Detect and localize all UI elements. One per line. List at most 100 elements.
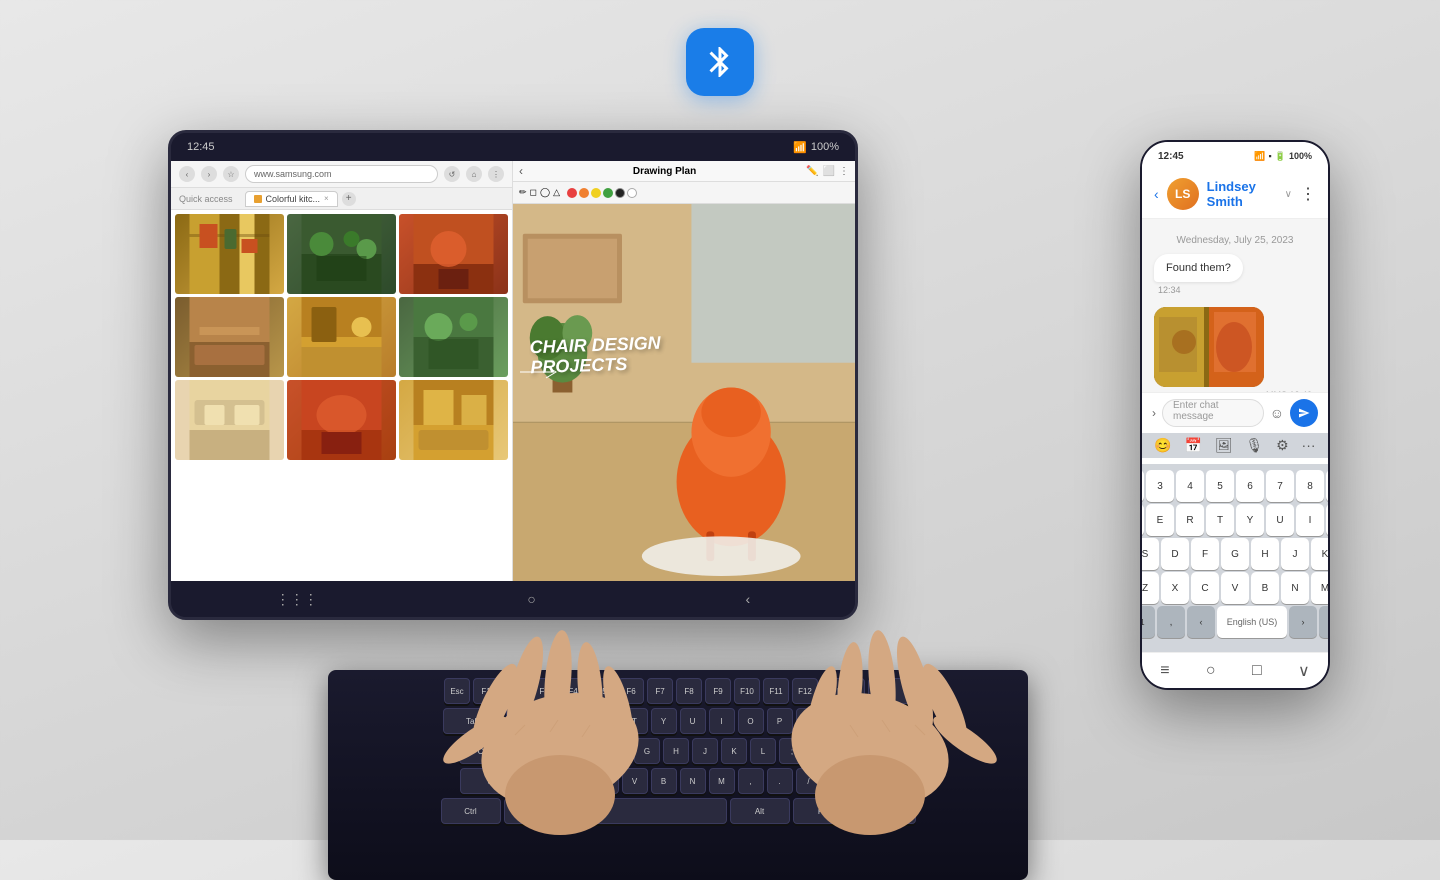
menu-button[interactable]: ⋮ (488, 166, 504, 182)
phone-key-9[interactable]: 9 (1326, 470, 1330, 502)
phone-key-j[interactable]: J (1281, 538, 1309, 570)
more-tools-icon[interactable]: ··· (1302, 437, 1316, 454)
contact-name[interactable]: Lindsey Smith (1207, 179, 1277, 209)
browser-tab-1[interactable]: Colorful kitc... × (245, 191, 338, 207)
color-green[interactable] (603, 188, 613, 198)
phone-key-z[interactable]: Z (1140, 572, 1159, 604)
settings-tool-icon[interactable]: ⚙ (1276, 437, 1289, 454)
drawing-back-btn[interactable]: ‹ (519, 164, 523, 178)
phone-key-c[interactable]: C (1191, 572, 1219, 604)
new-tab-button[interactable]: + (342, 192, 356, 206)
phone-more-button[interactable]: ⋮ (1300, 184, 1316, 204)
date-separator: Wednesday, July 25, 2023 (1154, 227, 1316, 254)
phone-key-5[interactable]: 5 (1206, 470, 1234, 502)
phone-key-lang-left[interactable]: ‹ (1187, 606, 1215, 638)
chat-area[interactable]: Wednesday, July 25, 2023 Found them? 12:… (1142, 219, 1328, 392)
color-white[interactable] (627, 188, 637, 198)
phone-key-i[interactable]: I (1296, 504, 1324, 536)
phone-key-k[interactable]: K (1311, 538, 1330, 570)
phone-key-lang-right[interactable]: › (1289, 606, 1317, 638)
grid-cell-3-decoration (399, 214, 508, 294)
tool-eraser[interactable]: ◻ (530, 187, 537, 198)
grid-cell-9 (399, 380, 508, 460)
phone-key-u[interactable]: U (1266, 504, 1294, 536)
phone-key-d[interactable]: D (1161, 538, 1189, 570)
color-black[interactable] (615, 188, 625, 198)
phone-key-s[interactable]: S (1140, 538, 1159, 570)
grid-cell-2-decoration (287, 214, 396, 294)
phone-key-enter[interactable]: ↵ (1319, 606, 1330, 638)
phone-number-row: 1 2 3 4 5 6 7 8 9 0 (1146, 470, 1324, 502)
phone-key-x[interactable]: X (1161, 572, 1189, 604)
phone-key-h[interactable]: H (1251, 538, 1279, 570)
phone-nav-home[interactable]: ○ (1206, 662, 1216, 680)
browser-content (171, 210, 512, 581)
grid-cell-7-decoration (175, 380, 284, 460)
phone-key-3[interactable]: 3 (1146, 470, 1174, 502)
phone-battery-icon: 🔋 (1275, 151, 1286, 162)
phone-back-button[interactable]: ‹ (1154, 186, 1159, 202)
phone-key-v[interactable]: V (1221, 572, 1249, 604)
grid-cell-1 (175, 214, 284, 294)
phone-key-n[interactable]: N (1281, 572, 1309, 604)
phone-key-comma[interactable]: , (1157, 606, 1185, 638)
grid-cell-3 (399, 214, 508, 294)
contact-dropdown-icon[interactable]: ∨ (1285, 189, 1292, 200)
drawing-toolbar: ‹ Drawing Plan ✏️ ⬜ ⋮ (513, 161, 855, 182)
phone-wifi-icon: ▪ (1269, 151, 1272, 161)
url-text: www.samsung.com (254, 169, 332, 179)
chat-input-field[interactable]: Enter chat message (1162, 399, 1264, 427)
tool-shape[interactable]: △ (553, 187, 560, 198)
phone-key-r[interactable]: R (1176, 504, 1204, 536)
phone-zxcv-row: ⇧ Z X C V B N M ⌫ (1146, 572, 1324, 604)
phone-key-b[interactable]: B (1251, 572, 1279, 604)
back-button[interactable]: ‹ (179, 166, 195, 182)
phone-key-y[interactable]: Y (1236, 504, 1264, 536)
phone-key-f[interactable]: F (1191, 538, 1219, 570)
calendar-tool-icon[interactable]: 📅 (1185, 437, 1202, 454)
bookmark-button[interactable]: ☆ (223, 166, 239, 182)
pen-icon[interactable]: ✏️ (806, 166, 818, 177)
phone-device: 12:45 📶 ▪ 🔋 100% ‹ LS Lindsey Smith ∨ ⋮ … (1140, 140, 1330, 690)
expand-button[interactable]: › (1152, 406, 1156, 420)
phone-key-special[interactable]: !#1 (1140, 606, 1155, 638)
phone-asdf-row: A S D F G H J K L (1146, 538, 1324, 570)
image-grid (175, 214, 508, 577)
emoji-button[interactable]: ☺ (1270, 405, 1284, 421)
phone-key-4[interactable]: 4 (1176, 470, 1204, 502)
phone-nav-menu[interactable]: ≡ (1160, 662, 1169, 680)
refresh-button[interactable]: ↺ (444, 166, 460, 182)
tablet-nav-menu[interactable]: ⋮⋮⋮ (276, 591, 318, 608)
phone-key-6[interactable]: 6 (1236, 470, 1264, 502)
photo-tool-icon[interactable]: 🖼 (1215, 437, 1233, 454)
emoji-tool-icon[interactable]: 😊 (1154, 437, 1171, 454)
send-button[interactable] (1290, 399, 1318, 427)
url-bar[interactable]: www.samsung.com (245, 165, 438, 183)
phone-nav-down[interactable]: ∨ (1298, 661, 1310, 681)
phone-key-m[interactable]: M (1311, 572, 1330, 604)
phone-chat-header: ‹ LS Lindsey Smith ∨ ⋮ (1142, 170, 1328, 219)
phone-key-e[interactable]: E (1146, 504, 1174, 536)
color-orange[interactable] (579, 188, 589, 198)
grid-cell-6-decoration (399, 297, 508, 377)
forward-button[interactable]: › (201, 166, 217, 182)
phone-key-8[interactable]: 8 (1296, 470, 1324, 502)
home-button[interactable]: ⌂ (466, 166, 482, 182)
phone-key-w[interactable]: W (1140, 504, 1144, 536)
phone-key-g[interactable]: G (1221, 538, 1249, 570)
tool-selection[interactable]: ◯ (540, 187, 550, 198)
tool-pen[interactable]: ✏ (519, 187, 527, 198)
phone-key-space[interactable]: English (US) (1217, 606, 1287, 638)
tab-close-button[interactable]: × (324, 194, 329, 203)
drawing-panel: ‹ Drawing Plan ✏️ ⬜ ⋮ ✏ ◻ ◯ △ (513, 161, 855, 581)
share-icon[interactable]: ⬜ (823, 166, 835, 177)
mic-tool-icon[interactable]: 🎙 (1246, 437, 1264, 454)
more-options-icon[interactable]: ⋮ (839, 166, 849, 177)
color-red[interactable] (567, 188, 577, 198)
color-yellow[interactable] (591, 188, 601, 198)
phone-key-2[interactable]: 2 (1140, 470, 1144, 502)
phone-key-7[interactable]: 7 (1266, 470, 1294, 502)
phone-key-t[interactable]: T (1206, 504, 1234, 536)
phone-key-o[interactable]: O (1326, 504, 1330, 536)
phone-nav-recent[interactable]: □ (1252, 662, 1262, 680)
